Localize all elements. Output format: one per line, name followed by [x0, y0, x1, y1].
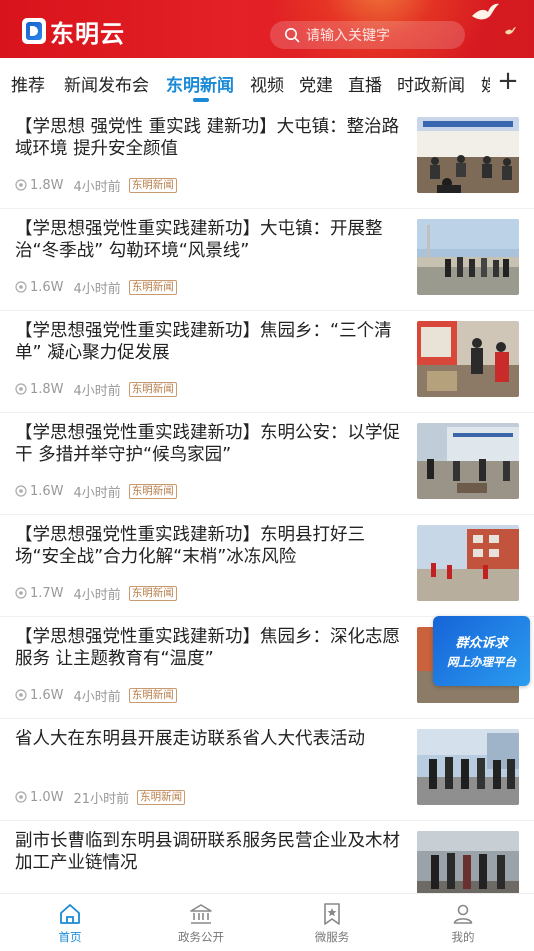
search-placeholder: 请输入关键字: [306, 28, 390, 44]
news-meta: 1.8W 4小时前 东明新闻: [15, 381, 177, 399]
news-title[interactable]: 【学思想强党性重实践建新功】焦园乡：深化志愿服务 让主题教育有“温度”: [15, 626, 400, 670]
news-item[interactable]: 【学思想 强党性 重实践 建新功】大屯镇：整治路域环境 提升安全颜值 1.8W …: [0, 106, 534, 209]
news-item[interactable]: 【学思想强党性重实践建新功】东明县打好三场“安全战”合力化解“末梢”冰冻风险 1…: [0, 514, 534, 617]
home-icon: [60, 904, 80, 924]
user-icon: [453, 904, 473, 924]
news-item[interactable]: 【学思想强党性重实践建新功】大屯镇：开展整治“冬季战” 勾勒环境“风景线” 1.…: [0, 208, 534, 311]
tab-politics-news[interactable]: 时政新闻: [397, 71, 465, 96]
view-count: 1.0W: [30, 789, 64, 805]
nav-home-label: 首页: [58, 930, 82, 944]
view-count: 1.8W: [30, 381, 64, 397]
news-thumbnail[interactable]: [417, 729, 519, 805]
tab-party-building[interactable]: 党建: [299, 71, 333, 96]
views-icon: [15, 485, 27, 497]
search-icon: [285, 28, 300, 43]
news-meta: 1.7W 4小时前 东明新闻: [15, 585, 177, 603]
nav-profile-label: 我的: [451, 930, 475, 944]
news-thumbnail[interactable]: [417, 117, 519, 193]
nav-government-affairs-label: 政务公开: [178, 930, 224, 944]
news-item[interactable]: 省人大在东明县开展走访联系省人大代表活动 1.0W 21小时前 东明新闻: [0, 718, 534, 821]
news-tag: 东明新闻: [128, 279, 177, 295]
nav-home[interactable]: 首页: [20, 902, 120, 945]
publish-time: 4小时前: [73, 587, 121, 603]
tab-press-conference[interactable]: 新闻发布会: [64, 71, 149, 96]
publish-time: 21小时前: [73, 791, 130, 807]
view-count: 1.7W: [30, 585, 64, 601]
news-meta: 1.6W 4小时前 东明新闻: [15, 279, 177, 297]
views-icon: [15, 383, 27, 395]
news-meta: 1.0W 21小时前 东明新闻: [15, 789, 186, 807]
nav-micro-service[interactable]: 微服务: [282, 902, 382, 945]
bookmark-star-icon: [324, 903, 340, 925]
public-appeal-float-button[interactable]: 群众诉求 网上办理平台: [433, 616, 530, 686]
news-meta: 1.6W 4小时前 东明新闻: [15, 483, 177, 501]
dove-icon: [505, 27, 516, 35]
news-item[interactable]: 【学思想强党性重实践建新功】东明公安：以学促干 多措并举守护“候鸟家园” 1.6…: [0, 412, 534, 515]
app-logo[interactable]: 东明云: [22, 16, 125, 48]
nav-micro-service-label: 微服务: [314, 930, 350, 944]
nav-profile[interactable]: 我的: [413, 902, 513, 945]
news-thumbnail[interactable]: [417, 321, 519, 397]
news-tag: 东明新闻: [128, 687, 177, 703]
news-meta: 1.6W 4小时前 东明新闻: [15, 687, 177, 705]
news-thumbnail[interactable]: [417, 423, 519, 499]
news-thumbnail[interactable]: [417, 219, 519, 295]
news-title[interactable]: 副市长曹临到东明县调研联系服务民营企业及木材加工产业链情况: [15, 830, 400, 874]
view-count: 1.6W: [30, 279, 64, 295]
news-title[interactable]: 【学思想强党性重实践建新功】东明县打好三场“安全战”合力化解“末梢”冰冻风险: [15, 524, 400, 568]
news-title[interactable]: 【学思想强党性重实践建新功】焦园乡：“三个清单” 凝心聚力促发展: [15, 320, 400, 364]
news-title[interactable]: 【学思想强党性重实践建新功】东明公安：以学促干 多措并举守护“候鸟家园”: [15, 422, 400, 466]
publish-time: 4小时前: [73, 689, 121, 705]
float-ad-line1: 群众诉求: [455, 636, 508, 651]
publish-time: 4小时前: [73, 383, 121, 399]
view-count: 1.6W: [30, 483, 64, 499]
news-tag: 东明新闻: [128, 177, 177, 193]
news-tag: 东明新闻: [128, 483, 177, 499]
tab-live[interactable]: 直播: [348, 71, 382, 96]
view-count: 1.6W: [30, 687, 64, 703]
publish-time: 4小时前: [73, 179, 121, 195]
dove-icon: [472, 3, 499, 20]
active-tab-indicator: [193, 98, 209, 102]
app-header: 东明云 请输入关键字: [0, 0, 534, 58]
category-tabs: 推荐 新闻发布会 东明新闻 视频 党建 直播 时政新闻 娱: [0, 58, 534, 106]
views-icon: [15, 281, 27, 293]
news-tag: 东明新闻: [128, 585, 177, 601]
add-tab-button[interactable]: +: [490, 58, 526, 104]
search-input[interactable]: 请输入关键字: [270, 21, 465, 49]
publish-time: 4小时前: [73, 281, 121, 297]
views-icon: [15, 587, 27, 599]
news-tag: 东明新闻: [137, 789, 186, 805]
logo-text: 东明云: [50, 18, 125, 48]
nav-government-affairs[interactable]: 政务公开: [151, 902, 251, 945]
news-thumbnail[interactable]: [417, 525, 519, 601]
tab-dongming-news[interactable]: 东明新闻: [166, 71, 234, 96]
views-icon: [15, 179, 27, 191]
tab-recommend[interactable]: 推荐: [11, 71, 45, 96]
news-title[interactable]: 【学思想强党性重实践建新功】大屯镇：开展整治“冬季战” 勾勒环境“风景线”: [15, 218, 400, 262]
view-count: 1.8W: [30, 177, 64, 193]
news-tag: 东明新闻: [128, 381, 177, 397]
news-title[interactable]: 【学思想 强党性 重实践 建新功】大屯镇：整治路域环境 提升安全颜值: [15, 116, 400, 160]
tab-video[interactable]: 视频: [250, 71, 284, 96]
views-icon: [15, 791, 27, 803]
bottom-nav: 首页 政务公开 微服务 我的: [0, 893, 534, 951]
news-meta: 1.8W 4小时前 东明新闻: [15, 177, 177, 195]
views-icon: [15, 689, 27, 701]
publish-time: 4小时前: [73, 485, 121, 501]
government-building-icon: [190, 904, 212, 924]
logo-icon: [22, 18, 46, 44]
news-item[interactable]: 【学思想强党性重实践建新功】焦园乡：“三个清单” 凝心聚力促发展 1.8W 4小…: [0, 310, 534, 413]
float-ad-line2: 网上办理平台: [447, 655, 516, 669]
news-title[interactable]: 省人大在东明县开展走访联系省人大代表活动: [15, 728, 400, 750]
